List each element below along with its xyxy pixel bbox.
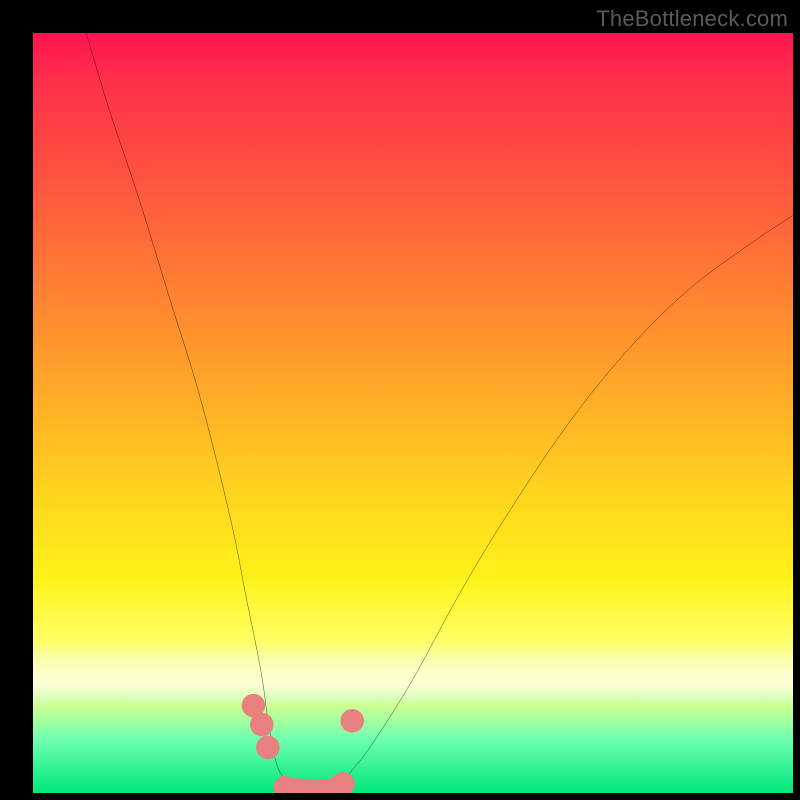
chart-svg — [33, 33, 793, 793]
curve-right-branch — [322, 215, 793, 793]
plot-area — [33, 33, 793, 793]
outer-frame: TheBottleneck.com — [0, 0, 800, 800]
curve-left-branch — [86, 33, 322, 793]
attribution-label: TheBottleneck.com — [596, 6, 788, 32]
marker-dot — [250, 713, 274, 737]
marker-dot — [256, 736, 280, 760]
marker-dot — [331, 772, 355, 793]
marker-dot — [340, 709, 364, 733]
